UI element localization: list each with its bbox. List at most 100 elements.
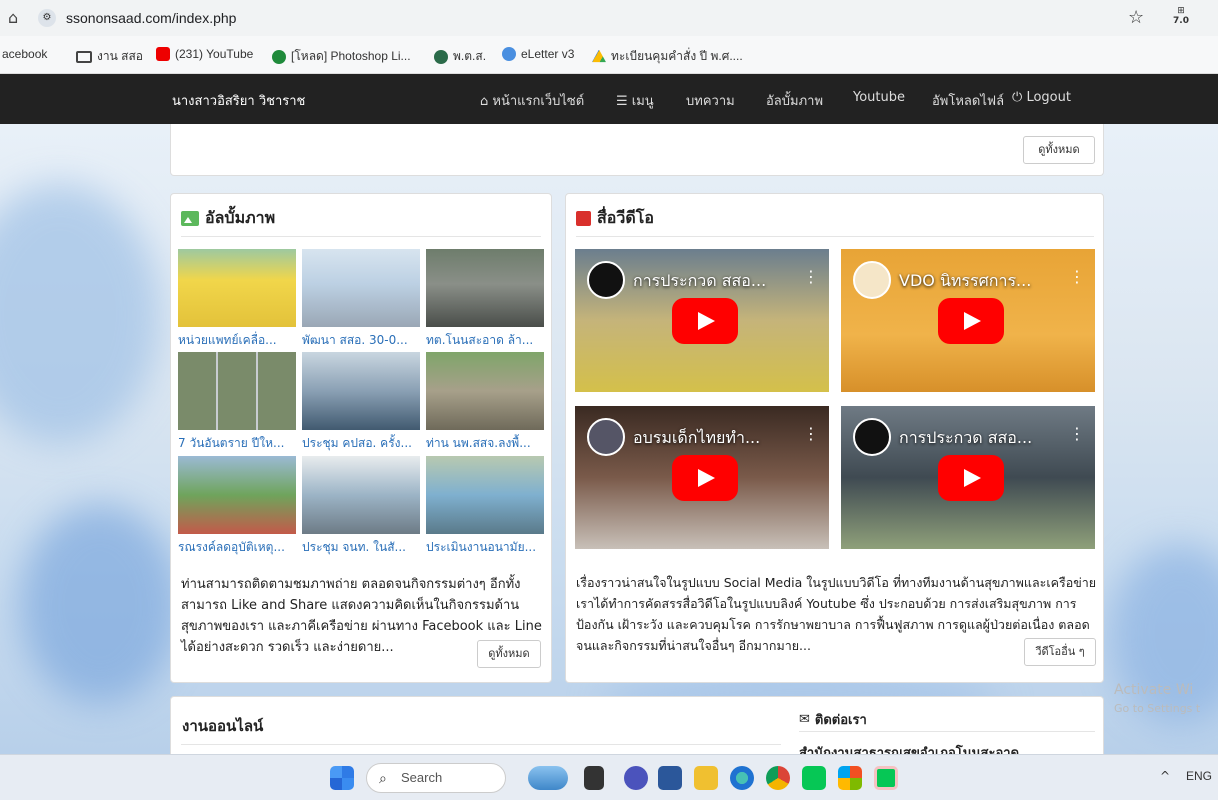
background-decoration — [20, 504, 180, 704]
bookmark-star-icon[interactable]: ☆ — [1128, 7, 1144, 28]
drive-icon — [592, 49, 606, 63]
album-thumbnail[interactable] — [178, 456, 296, 534]
video-title: การประกวด สสอ... — [899, 428, 1033, 447]
album-thumbnail[interactable] — [302, 456, 420, 534]
more-videos-button[interactable]: วีดีโออื่น ๆ — [1024, 638, 1096, 666]
album-caption[interactable]: หน่วยแพทย์เคลื่อ... — [178, 331, 296, 350]
channel-logo-icon — [587, 418, 625, 456]
album-thumbnail[interactable] — [178, 249, 296, 327]
url-field[interactable]: ssononsaad.com/index.php — [66, 10, 236, 26]
nav-upload[interactable]: อัพโหลดไฟล์ — [932, 90, 1004, 111]
play-icon[interactable] — [938, 455, 1004, 501]
home-icon: ⌂ — [480, 94, 489, 109]
album-caption[interactable]: ประเมินงานอนามัย... — [426, 538, 544, 557]
chat-icon[interactable] — [624, 766, 648, 790]
album-thumbnail[interactable] — [302, 352, 420, 430]
activation-watermark-sub: Go to Settings t — [1114, 702, 1201, 715]
video-title: อบรมเด็กไทยทำ... — [633, 428, 761, 447]
album-caption[interactable]: ท่าน นพ.สสจ.ลงพื้... — [426, 434, 544, 453]
album-thumbnail[interactable] — [426, 352, 544, 430]
browser-address-bar: ⌂ ⚙ ssononsaad.com/index.php ☆ ⊞ 7.0 — [0, 0, 1218, 36]
chevron-up-icon[interactable]: ^ — [1160, 769, 1170, 783]
site-icon — [272, 49, 286, 64]
word-icon[interactable] — [658, 766, 682, 790]
nav-articles[interactable]: บทความ — [686, 90, 735, 111]
video-panel: สื่อวีดีโอ การประกวด สสอ... ⋮ VDO นิทรรศ… — [565, 193, 1104, 683]
divider — [799, 731, 1095, 732]
bookmark-pts[interactable]: พ.ต.ส. — [434, 47, 486, 66]
bookmark-facebook[interactable]: acebook — [2, 47, 47, 61]
home-icon[interactable]: ⌂ — [8, 8, 18, 27]
channel-logo-icon — [853, 418, 891, 456]
album-thumbnail[interactable] — [426, 249, 544, 327]
divider — [576, 236, 1094, 237]
contact-heading: ✉ ติดต่อเรา — [799, 712, 867, 728]
site-brand[interactable]: นางสาวอิสริยา วิชาราช — [172, 90, 305, 111]
store-icon[interactable] — [838, 766, 862, 790]
edge-icon[interactable] — [730, 766, 754, 790]
channel-logo-icon — [587, 261, 625, 299]
album-thumbnail[interactable] — [426, 456, 544, 534]
album-view-all-button[interactable]: ดูทั้งหมด — [477, 640, 541, 668]
album-thumbnail[interactable] — [302, 249, 420, 327]
play-icon[interactable] — [672, 455, 738, 501]
nav-logout[interactable]: ⏻ Logout — [1012, 90, 1071, 105]
bookmark-photoshop[interactable]: [โหลด] Photoshop Li... — [272, 47, 411, 66]
site-icon — [434, 49, 448, 64]
album-thumbnail[interactable] — [178, 352, 296, 430]
album-caption[interactable]: รณรงค์ลดอุบัติเหตุ... — [178, 538, 296, 557]
nav-youtube[interactable]: Youtube — [853, 90, 905, 105]
envelope-icon: ✉ — [799, 712, 810, 727]
bookmarks-bar: acebook งาน สสอ (231) YouTube [โหลด] Pho… — [0, 36, 1218, 74]
album-heading: อัลบั้มภาพ — [181, 206, 275, 231]
album-caption[interactable]: ทต.โนนสะอาด ล้า... — [426, 331, 544, 350]
more-options-icon[interactable]: ⋮ — [1069, 267, 1085, 286]
youtube-icon — [156, 47, 170, 61]
nav-menu[interactable]: ☰ เมนู — [616, 90, 654, 111]
more-options-icon[interactable]: ⋮ — [1069, 424, 1085, 443]
video-embed[interactable]: การประกวด สสอ... ⋮ — [841, 406, 1095, 549]
power-icon: ⏻ — [1012, 90, 1023, 105]
line-icon[interactable] — [874, 766, 898, 790]
video-embed[interactable]: VDO นิทรรศการ... ⋮ — [841, 249, 1095, 392]
extension-icon[interactable]: ⊞ 7.0 — [1172, 6, 1190, 30]
chrome-icon[interactable] — [766, 766, 790, 790]
image-icon — [181, 211, 199, 226]
play-icon[interactable] — [672, 298, 738, 344]
album-caption[interactable]: ประชุม จนท. ในสั... — [302, 538, 420, 557]
album-caption[interactable]: 7 วันอันตราย ปีให... — [178, 434, 296, 453]
eletter-icon — [502, 47, 516, 61]
line-icon[interactable] — [802, 766, 826, 790]
site-navbar: นางสาวอิสริยา วิชาราช ⌂ หน้าแรกเว็บไซต์ … — [0, 74, 1218, 124]
site-info-icon[interactable]: ⚙ — [38, 9, 56, 27]
activation-watermark: Activate Wi — [1114, 682, 1194, 698]
bookmark-eletter[interactable]: eLetter v3 — [502, 47, 574, 61]
view-all-button[interactable]: ดูทั้งหมด — [1023, 136, 1095, 164]
video-description: เรื่องราวน่าสนใจในรูปแบบ Social Media ใน… — [576, 575, 1097, 653]
more-options-icon[interactable]: ⋮ — [803, 424, 819, 443]
start-icon[interactable] — [330, 766, 354, 790]
bookmark-youtube[interactable]: (231) YouTube — [156, 47, 253, 61]
video-embed[interactable]: อบรมเด็กไทยทำ... ⋮ — [575, 406, 829, 549]
channel-logo-icon — [853, 261, 891, 299]
nav-album[interactable]: อัลบั้มภาพ — [766, 90, 823, 111]
nav-home[interactable]: ⌂ หน้าแรกเว็บไซต์ — [480, 90, 584, 111]
online-services-title: งานออนไลน์ — [182, 717, 264, 735]
album-caption[interactable]: พัฒนา สสอ. 30-0... — [302, 331, 420, 350]
taskbar-search[interactable]: ⌕ Search — [366, 763, 506, 793]
task-view-icon[interactable] — [584, 766, 604, 790]
widgets-icon[interactable] — [528, 766, 568, 790]
album-panel: อัลบั้มภาพ หน่วยแพทย์เคลื่อ... พัฒนา สสอ… — [170, 193, 552, 683]
video-heading: สื่อวีดีโอ — [576, 206, 654, 231]
file-explorer-icon[interactable] — [694, 766, 718, 790]
bookmark-drive[interactable]: ทะเบียนคุมคำสั่ง ปี พ.ศ.... — [592, 47, 743, 66]
bookmark-folder[interactable]: งาน สสอ — [76, 47, 143, 66]
album-caption[interactable]: ประชุม คปสอ. ครั้ง... — [302, 434, 420, 453]
background-decoration — [0, 184, 160, 444]
windows-taskbar: ⌕ Search ^ ENG — [0, 754, 1218, 800]
more-options-icon[interactable]: ⋮ — [803, 267, 819, 286]
language-indicator[interactable]: ENG — [1186, 769, 1212, 783]
video-embed[interactable]: การประกวด สสอ... ⋮ — [575, 249, 829, 392]
top-panel: ดูทั้งหมด — [170, 124, 1104, 176]
play-icon[interactable] — [938, 298, 1004, 344]
